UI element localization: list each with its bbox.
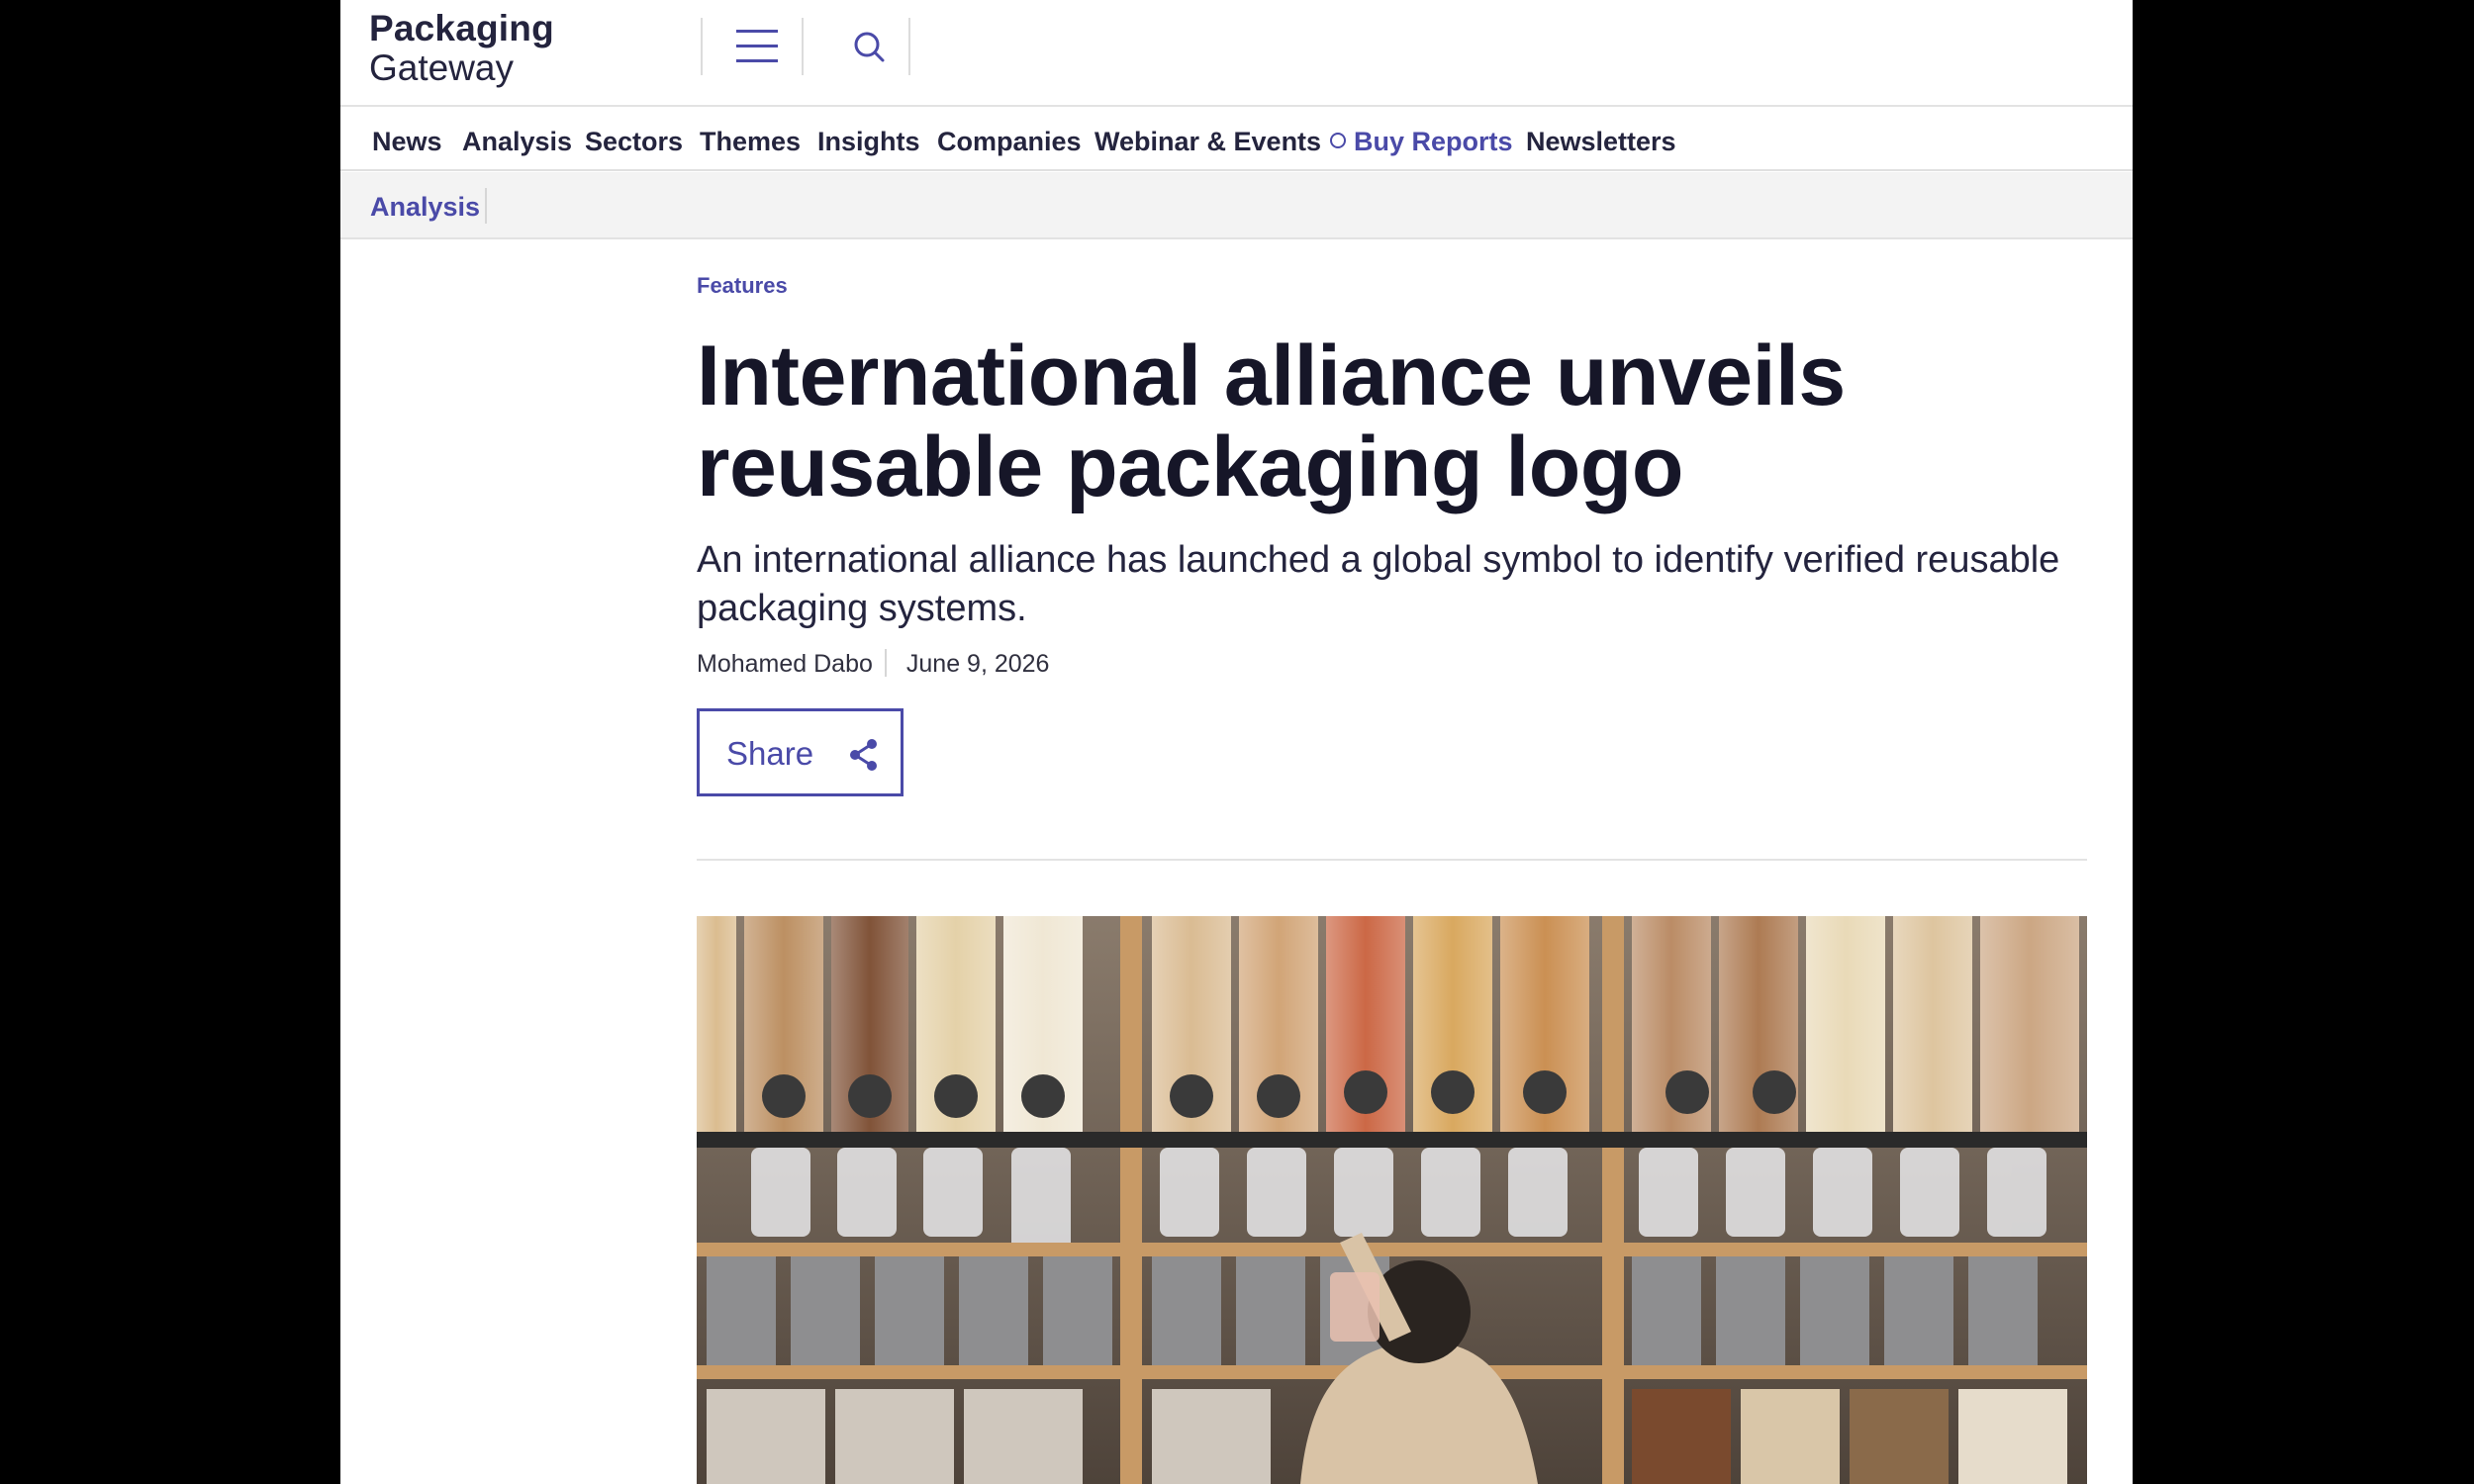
nav-item-news[interactable]: News	[372, 127, 442, 157]
nav-item-sectors[interactable]: Sectors	[585, 127, 683, 157]
share-button[interactable]: Share	[697, 708, 904, 796]
subnav-item-analysis[interactable]: Analysis	[370, 192, 480, 223]
hero-image	[697, 916, 2087, 1484]
nav-item-analysis[interactable]: Analysis	[462, 127, 572, 157]
nav-item-buy-reports-label: Buy Reports	[1354, 127, 1513, 156]
search-icon[interactable]	[835, 20, 904, 75]
hamburger-menu-icon[interactable]	[730, 22, 784, 69]
nav-item-buy-reports[interactable]: Buy Reports	[1330, 127, 1513, 157]
article-category[interactable]: Features	[697, 273, 788, 299]
site-header: Packaging Gateway	[340, 0, 2133, 107]
logo-line-2: Gateway	[369, 47, 515, 88]
main-nav: News Analysis Sectors Themes Insights Co…	[340, 109, 2133, 171]
nav-item-webinar-events[interactable]: Webinar & Events	[1094, 127, 1321, 157]
nav-item-themes[interactable]: Themes	[700, 127, 801, 157]
header-divider	[802, 18, 804, 75]
article-standfirst: An international alliance has launched a…	[697, 539, 2060, 629]
article-title: International alliance unveils reusable …	[697, 328, 1846, 514]
divider	[697, 859, 2087, 861]
byline: Mohamed Dabo June 9, 2026	[697, 649, 1049, 679]
section-subnav: Analysis	[340, 172, 2133, 239]
page: Packaging Gateway News Analysis Sectors …	[340, 0, 2133, 1484]
byline-divider	[884, 649, 887, 677]
nav-item-companies[interactable]: Companies	[937, 127, 1082, 157]
share-label: Share	[726, 735, 814, 772]
header-divider	[908, 18, 910, 75]
header-divider	[701, 18, 703, 75]
nav-item-newsletters[interactable]: Newsletters	[1526, 127, 1676, 157]
logo-line-1: Packaging	[369, 8, 554, 48]
nav-item-insights[interactable]: Insights	[817, 127, 920, 157]
site-logo[interactable]: Packaging Gateway	[369, 10, 554, 86]
author-name[interactable]: Mohamed Dabo	[697, 650, 873, 678]
subnav-divider	[485, 188, 487, 224]
publish-date: June 9, 2026	[905, 650, 1050, 678]
report-icon	[1330, 133, 1346, 148]
share-icon	[848, 738, 880, 772]
